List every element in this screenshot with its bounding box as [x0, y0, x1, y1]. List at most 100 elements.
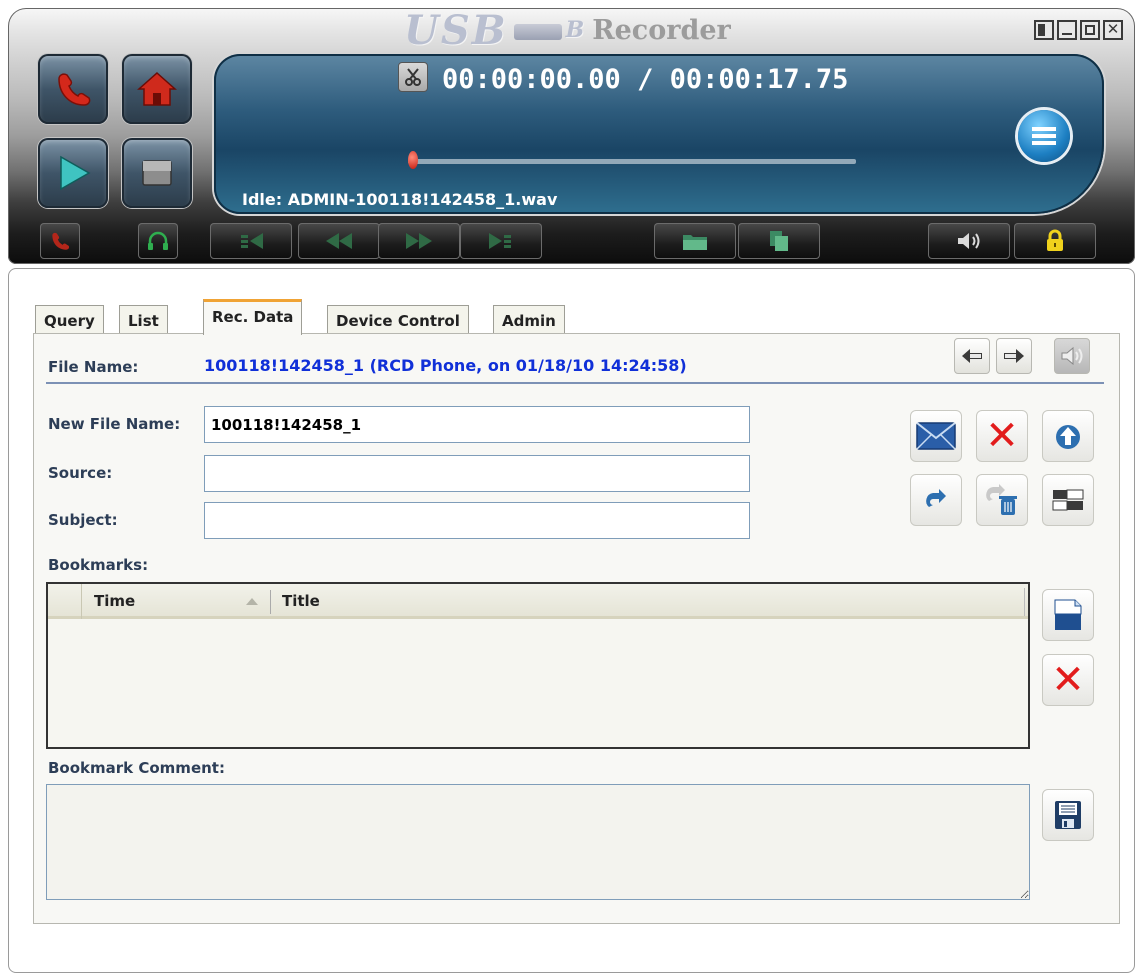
column-header-time[interactable]: Time: [94, 592, 135, 610]
close-icon: ✕: [1106, 20, 1120, 38]
file-name-label: File Name:: [48, 358, 139, 376]
column-divider[interactable]: [1024, 588, 1025, 616]
tab-query[interactable]: Query: [35, 305, 104, 335]
stop-icon: [142, 160, 172, 186]
column-divider[interactable]: [270, 590, 271, 614]
fast-forward-button[interactable]: [378, 223, 460, 259]
phone-icon: [58, 73, 91, 106]
add-bookmark-button[interactable]: [1042, 589, 1094, 641]
minimize-icon: [1062, 33, 1072, 35]
split-icon: [1052, 489, 1084, 511]
redo-trash-icon: [986, 484, 1017, 515]
previous-record-button[interactable]: [954, 338, 990, 374]
skip-start-icon: [241, 239, 248, 243]
folder-icon: [683, 235, 707, 250]
next-record-button[interactable]: [996, 338, 1032, 374]
tab-admin[interactable]: Admin: [493, 305, 565, 335]
speaker-icon: [958, 233, 980, 249]
window-controls: ✕: [1034, 20, 1123, 40]
maximize-icon: [1085, 25, 1095, 35]
stop-button[interactable]: [122, 138, 192, 208]
headphones-icon: [148, 231, 168, 250]
speaker-icon: [1061, 346, 1083, 366]
phone-icon: [52, 232, 70, 250]
upload-button[interactable]: [1042, 410, 1094, 462]
rec-data-page: File Name: 100118!142458_1 (RCD Phone, o…: [33, 333, 1120, 924]
bookmark-comment-label: Bookmark Comment:: [48, 759, 225, 777]
speaker-toggle-button[interactable]: [1054, 338, 1090, 374]
list-icon: [1032, 127, 1056, 145]
documents-button[interactable]: [738, 223, 820, 259]
delete-record-button[interactable]: ✕: [976, 410, 1028, 462]
redo-button[interactable]: [910, 474, 962, 526]
maximize-button[interactable]: [1080, 20, 1100, 40]
position-slider-thumb[interactable]: [408, 151, 418, 169]
delete-bookmark-button[interactable]: ✕: [1042, 654, 1094, 706]
fast-forward-icon: [406, 233, 419, 249]
floppy-disk-icon: [1055, 801, 1081, 829]
redo-icon: [926, 489, 946, 507]
time-separator: /: [637, 64, 654, 95]
play-icon: [60, 155, 91, 191]
player-display: 00:00:00.00 / 00:00:17.75 Idle: ADMIN-10…: [214, 54, 1104, 214]
tab-list[interactable]: List: [119, 305, 168, 335]
file-name-value: 100118!142458_1 (RCD Phone, on 01/18/10 …: [204, 356, 687, 375]
time-current: 00:00:00.00: [442, 64, 621, 95]
skip-to-end-button[interactable]: [460, 223, 542, 259]
close-button[interactable]: ✕: [1103, 20, 1123, 40]
lock-button[interactable]: [1014, 223, 1096, 259]
status-text: Idle: ADMIN-100118!142458_1.wav: [242, 190, 558, 209]
split-button[interactable]: [1042, 474, 1094, 526]
subject-input[interactable]: [204, 502, 750, 539]
time-readout: 00:00:00.00 / 00:00:17.75: [442, 64, 848, 95]
playlist-button[interactable]: [1018, 110, 1070, 162]
documents-icon: [770, 231, 788, 251]
position-track[interactable]: [408, 159, 856, 164]
hangup-small-button[interactable]: [40, 223, 80, 259]
control-bar: [8, 218, 1135, 264]
tab-rec-data[interactable]: Rec. Data: [203, 299, 303, 335]
volume-button[interactable]: [928, 223, 1010, 259]
scissors-icon: [405, 68, 421, 86]
source-label: Source:: [48, 464, 113, 482]
restore-button[interactable]: [1034, 20, 1054, 40]
hangup-phone-button[interactable]: [38, 54, 108, 124]
delete-link-button[interactable]: [976, 474, 1028, 526]
column-header-title[interactable]: Title: [282, 592, 320, 610]
app-logo: USB B Recorder: [404, 7, 731, 54]
tab-device-control[interactable]: Device Control: [327, 305, 469, 335]
source-input[interactable]: [204, 455, 750, 492]
restore-icon: [1038, 24, 1045, 36]
minimize-button[interactable]: [1057, 20, 1077, 40]
logo-b-text: B: [565, 17, 587, 43]
subject-label: Subject:: [48, 511, 118, 529]
rewind-button[interactable]: [298, 223, 380, 259]
red-x-icon: ✕: [1051, 657, 1085, 703]
play-button[interactable]: [38, 138, 108, 208]
save-comment-button[interactable]: [1042, 789, 1094, 841]
email-button[interactable]: [910, 410, 962, 462]
lock-icon: [1047, 229, 1063, 251]
home-icon: [137, 71, 177, 106]
bookmarks-table[interactable]: Time Title: [46, 582, 1030, 749]
home-button[interactable]: [122, 54, 192, 124]
skip-end-icon: [489, 233, 502, 249]
new-document-icon: [1054, 599, 1082, 630]
envelope-icon: [916, 422, 956, 450]
cut-button[interactable]: [398, 62, 428, 92]
new-file-name-input[interactable]: [204, 406, 750, 443]
upload-icon: [1056, 425, 1080, 449]
row-indicator-header: [48, 584, 82, 619]
usb-plug-icon: [513, 24, 562, 40]
arrow-left-icon: [962, 349, 982, 363]
headset-button[interactable]: [138, 223, 178, 259]
red-x-icon: ✕: [985, 413, 1019, 459]
skip-to-start-button[interactable]: [210, 223, 292, 259]
header-separator: [46, 382, 1104, 384]
open-folder-button[interactable]: [654, 223, 736, 259]
time-total: 00:00:17.75: [669, 64, 849, 95]
main-panel: Query List Rec. Data Device Control Admi…: [8, 268, 1135, 973]
player-panel: USB B Recorder ✕ 00:00:00.00 / 00:00:17.…: [8, 7, 1135, 264]
logo-recorder-text: Recorder: [592, 14, 731, 46]
bookmark-comment-textarea[interactable]: [46, 784, 1030, 900]
